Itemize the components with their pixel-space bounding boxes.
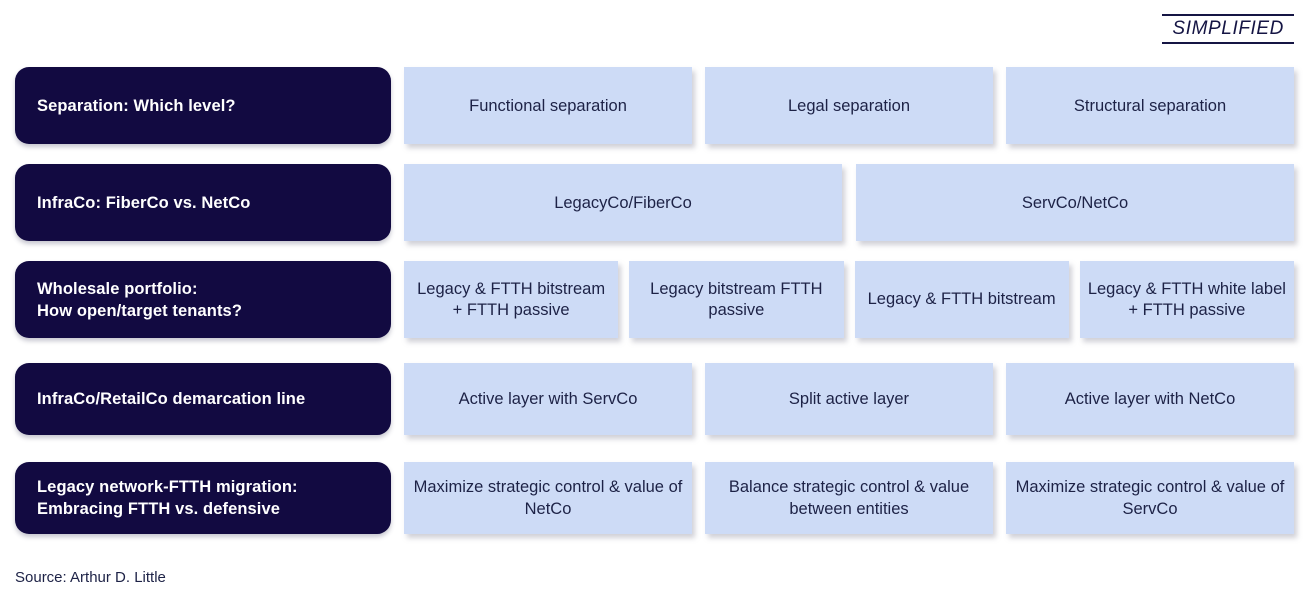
option-label: Legacy & FTTH bitstream + FTTH passive — [417, 279, 606, 319]
option-label: Balance strategic control & value betwee… — [728, 478, 970, 518]
row-label-text: InfraCo/RetailCo demarcation line — [37, 388, 305, 410]
option-cell[interactable]: Balance strategic control & value betwee… — [705, 462, 993, 534]
option-label: Legacy bitstream FTTH passive — [650, 279, 823, 319]
option-label: Maximize strategic control & value of Ne… — [413, 478, 683, 518]
option-cell[interactable]: Maximize strategic control & value of Se… — [1006, 462, 1294, 534]
row-label-legacy-ftth-migration: Legacy network-FTTH migration: Embracing… — [15, 462, 391, 534]
row-label-separation-level: Separation: Which level? — [15, 67, 391, 144]
row-cells: Functional separation Legal separation S… — [404, 67, 1294, 144]
option-cell[interactable]: Maximize strategic control & value of Ne… — [404, 462, 692, 534]
option-label: Legacy & FTTH bitstream — [867, 290, 1056, 308]
option-label: Functional separation — [469, 96, 627, 115]
option-label: Active layer with ServCo — [458, 390, 638, 408]
row-label-line: How open/target tenants? — [37, 301, 242, 320]
row-label-line: Legacy network-FTTH migration: — [37, 478, 298, 496]
option-label: Legal separation — [787, 96, 910, 115]
option-cell[interactable]: Legacy & FTTH white label + FTTH passive — [1079, 261, 1294, 338]
page-root: SIMPLIFIED Separation: Which level? Func… — [0, 0, 1308, 604]
option-label: Structural separation — [1073, 96, 1227, 115]
option-label: Active layer with NetCo — [1064, 390, 1236, 408]
row-label-infraco-fiberco-netco: InfraCo: FiberCo vs. NetCo — [15, 164, 391, 241]
row-label-line: InfraCo: FiberCo vs. NetCo — [37, 193, 251, 212]
row-cells: LegacyCo/FiberCo ServCo/NetCo — [404, 164, 1294, 241]
option-cell[interactable]: Legacy bitstream FTTH passive — [629, 261, 844, 338]
option-label: LegacyCo/FiberCo — [554, 193, 692, 212]
row-label-text: Separation: Which level? — [37, 95, 236, 117]
row-label-text: Legacy network-FTTH migration: Embracing… — [37, 476, 298, 520]
row-label-wholesale-portfolio: Wholesale portfolio: How open/target ten… — [15, 261, 391, 338]
option-label: ServCo/NetCo — [1021, 193, 1129, 212]
option-label: Legacy & FTTH white label + FTTH passive — [1087, 279, 1286, 319]
row-cells: Active layer with ServCo Split active la… — [404, 363, 1294, 435]
row-label-text: Wholesale portfolio: How open/target ten… — [37, 278, 242, 322]
option-cell[interactable]: Structural separation — [1006, 67, 1294, 144]
option-cell[interactable]: Active layer with ServCo — [404, 363, 692, 435]
row-label-line: Embracing FTTH vs. defensive — [37, 500, 281, 518]
matrix-row: Separation: Which level? Functional sepa… — [15, 67, 1294, 144]
option-cell[interactable]: Legacy & FTTH bitstream — [854, 261, 1069, 338]
row-label-text: InfraCo: FiberCo vs. NetCo — [37, 192, 250, 214]
row-label-demarcation-line: InfraCo/RetailCo demarcation line — [15, 363, 391, 435]
strategy-matrix: Separation: Which level? Functional sepa… — [0, 0, 1308, 604]
option-cell[interactable]: ServCo/NetCo — [856, 164, 1294, 241]
option-cell[interactable]: LegacyCo/FiberCo — [404, 164, 842, 241]
matrix-row: InfraCo/RetailCo demarcation line Active… — [15, 363, 1294, 435]
option-label: Maximize strategic control & value of Se… — [1015, 478, 1285, 518]
option-cell[interactable]: Functional separation — [404, 67, 692, 144]
option-cell[interactable]: Legacy & FTTH bitstream + FTTH passive — [404, 261, 619, 338]
row-label-line: Separation: Which level? — [37, 96, 236, 115]
option-cell[interactable]: Split active layer — [705, 363, 993, 435]
option-cell[interactable]: Active layer with NetCo — [1006, 363, 1294, 435]
source-note: Source: Arthur D. Little — [15, 569, 166, 586]
row-cells: Legacy & FTTH bitstream + FTTH passive L… — [404, 261, 1294, 338]
row-label-line: InfraCo/RetailCo demarcation line — [37, 390, 306, 408]
matrix-row: Wholesale portfolio: How open/target ten… — [15, 261, 1294, 338]
row-cells: Maximize strategic control & value of Ne… — [404, 462, 1294, 534]
matrix-row: Legacy network-FTTH migration: Embracing… — [15, 462, 1294, 534]
matrix-row: InfraCo: FiberCo vs. NetCo LegacyCo/Fibe… — [15, 164, 1294, 241]
option-label: Split active layer — [788, 390, 910, 408]
option-cell[interactable]: Legal separation — [705, 67, 993, 144]
row-label-line: Wholesale portfolio: — [37, 279, 198, 298]
